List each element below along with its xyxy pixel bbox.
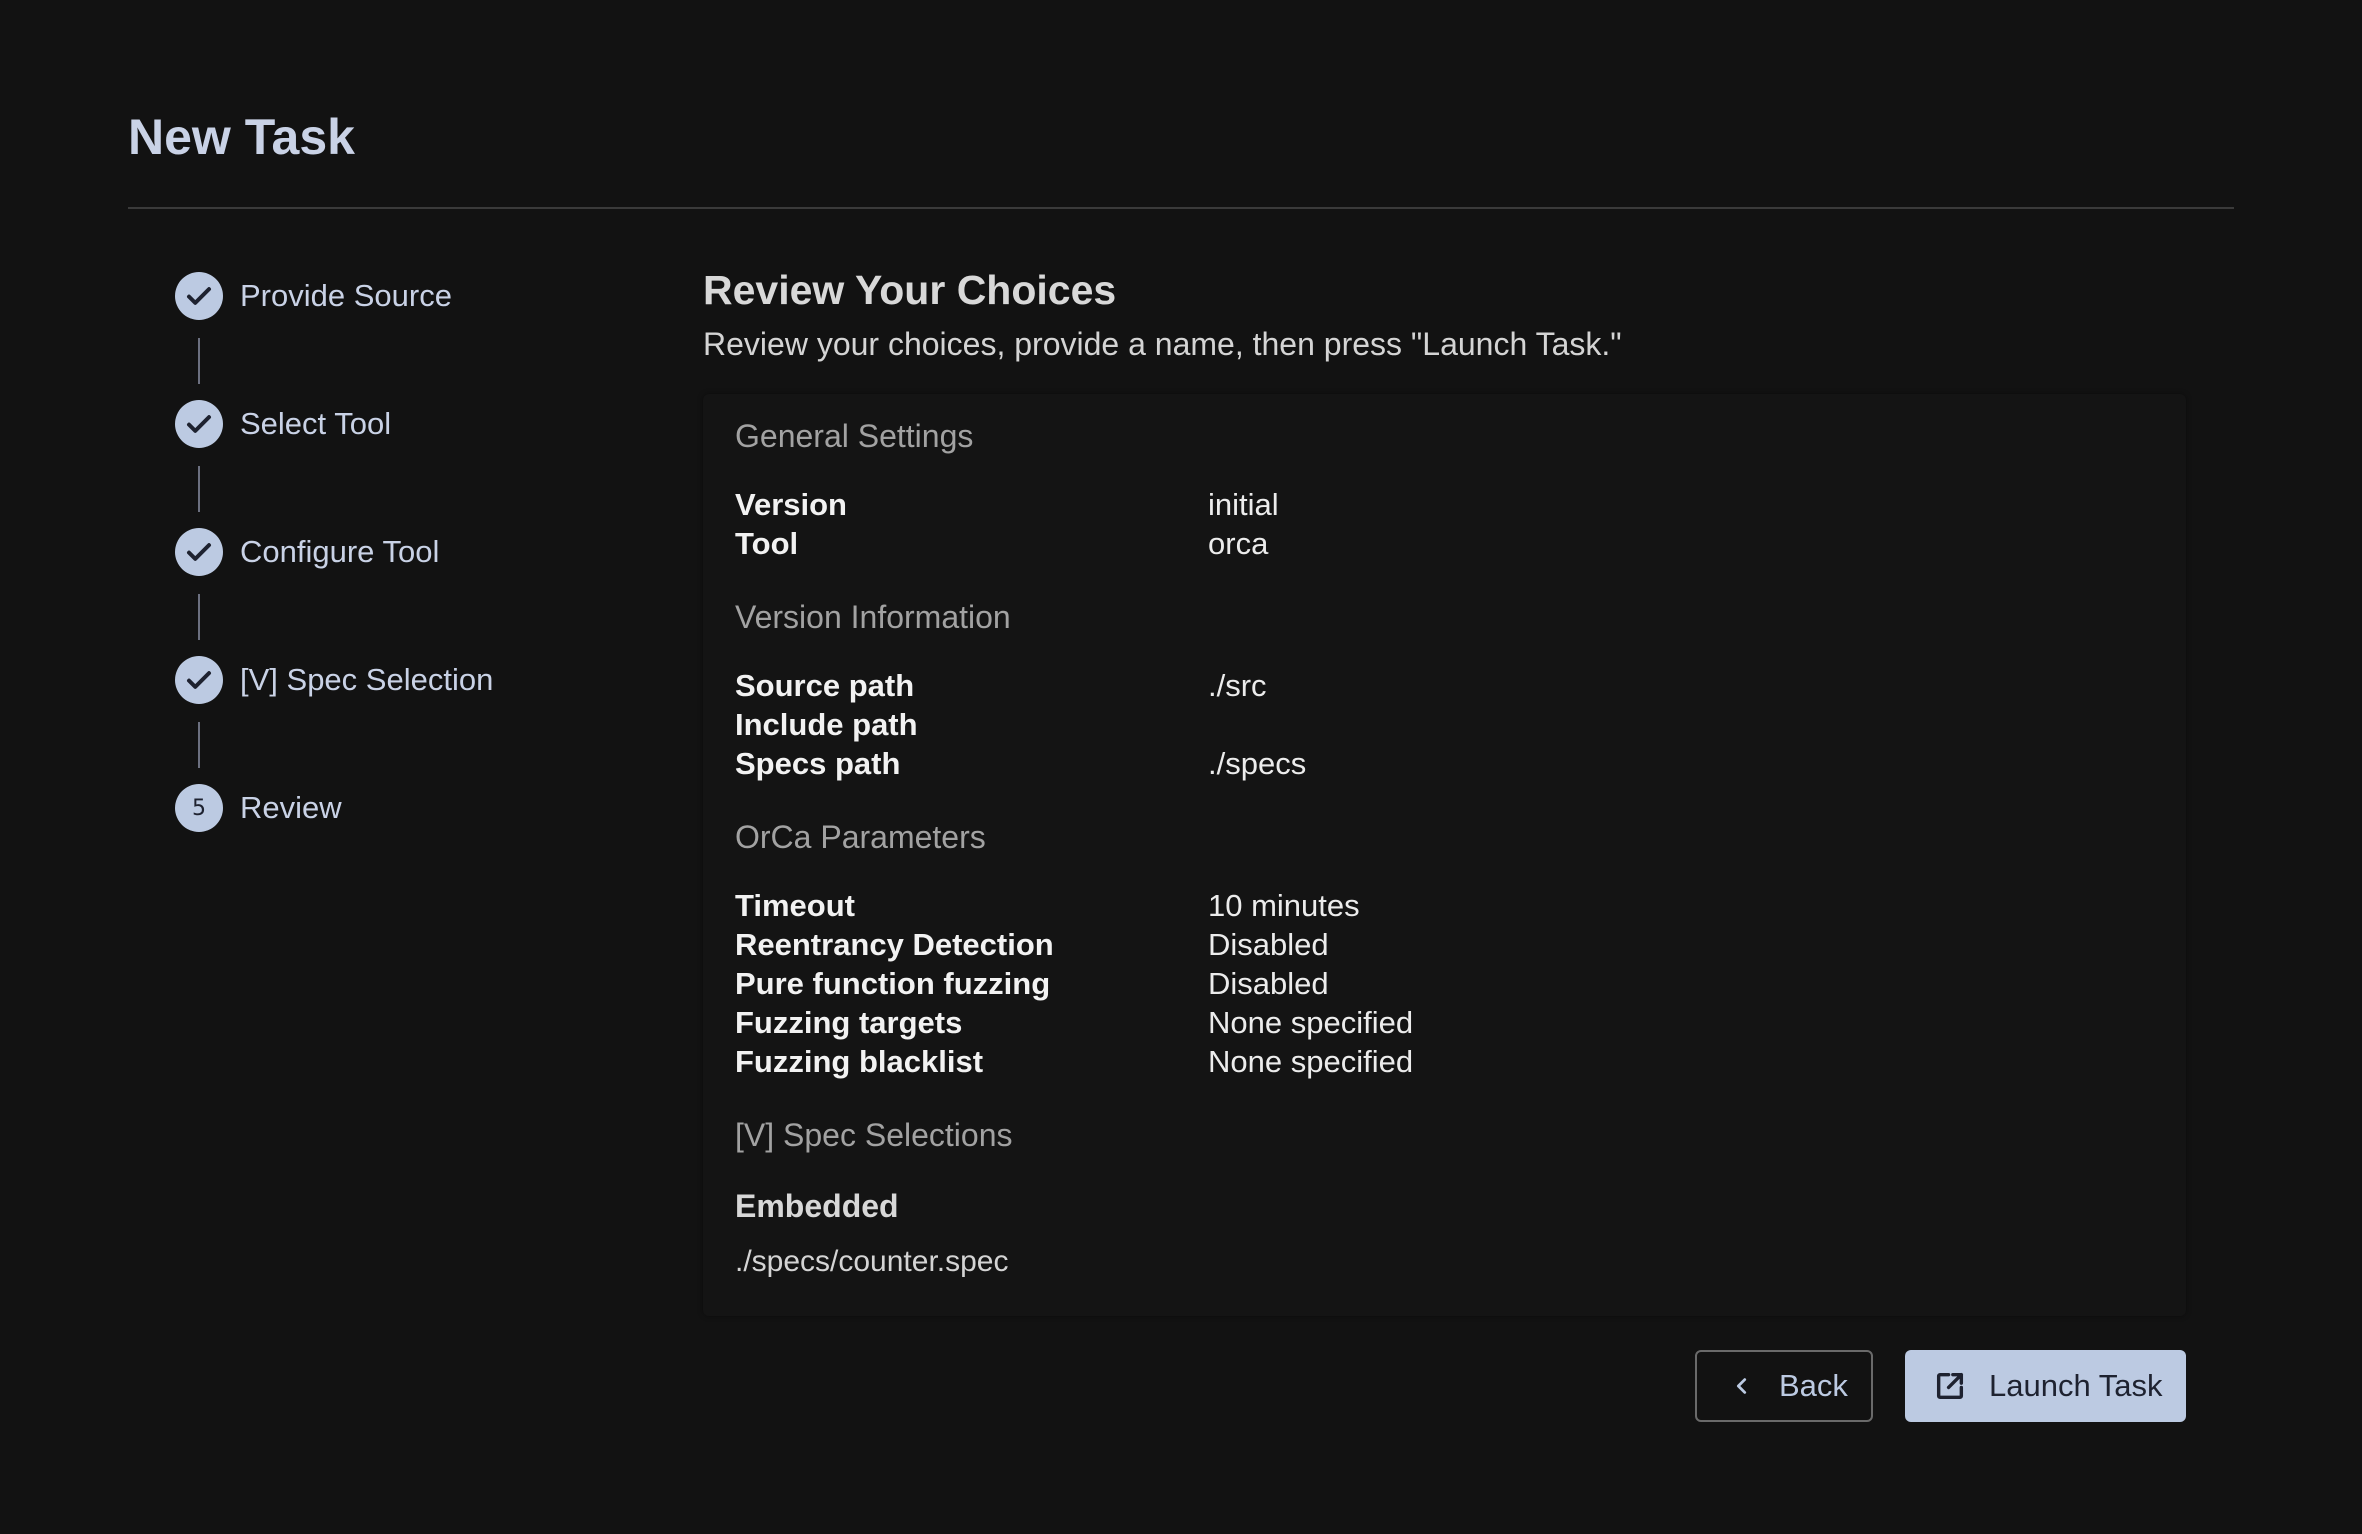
kv-row-fuzzing-targets: Fuzzing targets None specified [735,1003,2155,1042]
kv-key: Fuzzing targets [735,1005,963,1040]
kv-row-specs-path: Specs path ./specs [735,744,2155,783]
kv-row-include-path: Include path [735,705,2155,744]
external-link-icon [1933,1369,1967,1403]
step-complete-circle [175,656,223,704]
launch-task-button[interactable]: Launch Task [1905,1350,2186,1422]
check-icon [187,671,211,689]
kv-row-pure-fuzzing: Pure function fuzzing Disabled [735,964,2155,1003]
step-label: Configure Tool [240,534,440,569]
section-title: Review Your Choices [703,267,1117,313]
step-number: 5 [192,795,206,821]
check-icon [187,287,211,305]
back-button[interactable]: Back [1695,1350,1873,1422]
step-configure-tool[interactable]: Configure Tool [175,528,655,656]
step-connector [198,722,200,768]
step-select-tool[interactable]: Select Tool [175,400,655,528]
chevron-left-icon [1731,1375,1753,1397]
kv-value: ./specs [1208,746,1307,781]
kv-value: 10 minutes [1208,888,1360,923]
kv-row-tool: Tool orca [735,524,2155,563]
kv-value: orca [1208,526,1269,561]
kv-key: Include path [735,707,918,742]
check-icon [187,415,211,433]
step-connector [198,466,200,512]
kv-value: initial [1208,487,1279,522]
step-complete-circle [175,400,223,448]
step-review[interactable]: 5 Review [175,784,655,834]
kv-row-reentrancy: Reentrancy Detection Disabled [735,925,2155,964]
review-card: General Settings Version initial Tool or… [703,394,2186,1316]
check-icon [187,543,211,561]
step-label: Select Tool [240,406,392,441]
kv-key: Reentrancy Detection [735,927,1054,962]
kv-row-fuzzing-blacklist: Fuzzing blacklist None specified [735,1042,2155,1081]
embedded-heading: Embedded [735,1188,899,1224]
review-main: Review Your Choices Review your choices,… [703,262,2186,1316]
step-label: [V] Spec Selection [240,662,494,697]
step-current-circle: 5 [175,784,223,832]
spec-file-item: ./specs/counter.spec [735,1245,1009,1278]
group-heading-orca: OrCa Parameters [735,819,986,855]
step-label: Review [240,790,342,825]
section-subtitle: Review your choices, provide a name, the… [703,326,1622,362]
step-label: Provide Source [240,278,452,313]
kv-value: None specified [1208,1005,1414,1040]
kv-key: Pure function fuzzing [735,966,1051,1001]
kv-value: None specified [1208,1044,1414,1079]
kv-row-version: Version initial [735,485,2155,524]
kv-value: ./src [1208,668,1267,703]
back-button-label: Back [1779,1368,1848,1403]
kv-key: Fuzzing blacklist [735,1044,984,1079]
step-spec-selection[interactable]: [V] Spec Selection [175,656,655,784]
group-heading-version-info: Version Information [735,599,1011,635]
kv-value: Disabled [1208,966,1329,1001]
kv-key: Timeout [735,888,855,923]
title-divider [128,207,2234,209]
step-provide-source[interactable]: Provide Source [175,272,655,400]
page-title: New Task [128,109,355,165]
step-complete-circle [175,528,223,576]
step-connector [198,594,200,640]
kv-value: Disabled [1208,927,1329,962]
kv-key: Source path [735,668,915,703]
step-complete-circle [175,272,223,320]
kv-row-timeout: Timeout 10 minutes [735,886,2155,925]
group-heading-spec-selections: [V] Spec Selections [735,1117,1013,1153]
kv-row-source-path: Source path ./src [735,666,2155,705]
stepper: Provide Source Select Tool Configure Too… [175,272,655,834]
kv-key: Tool [735,526,799,561]
step-connector [198,338,200,384]
launch-task-button-label: Launch Task [1989,1368,2163,1403]
kv-key: Version [735,487,847,522]
kv-key: Specs path [735,746,901,781]
group-heading-general: General Settings [735,418,974,454]
